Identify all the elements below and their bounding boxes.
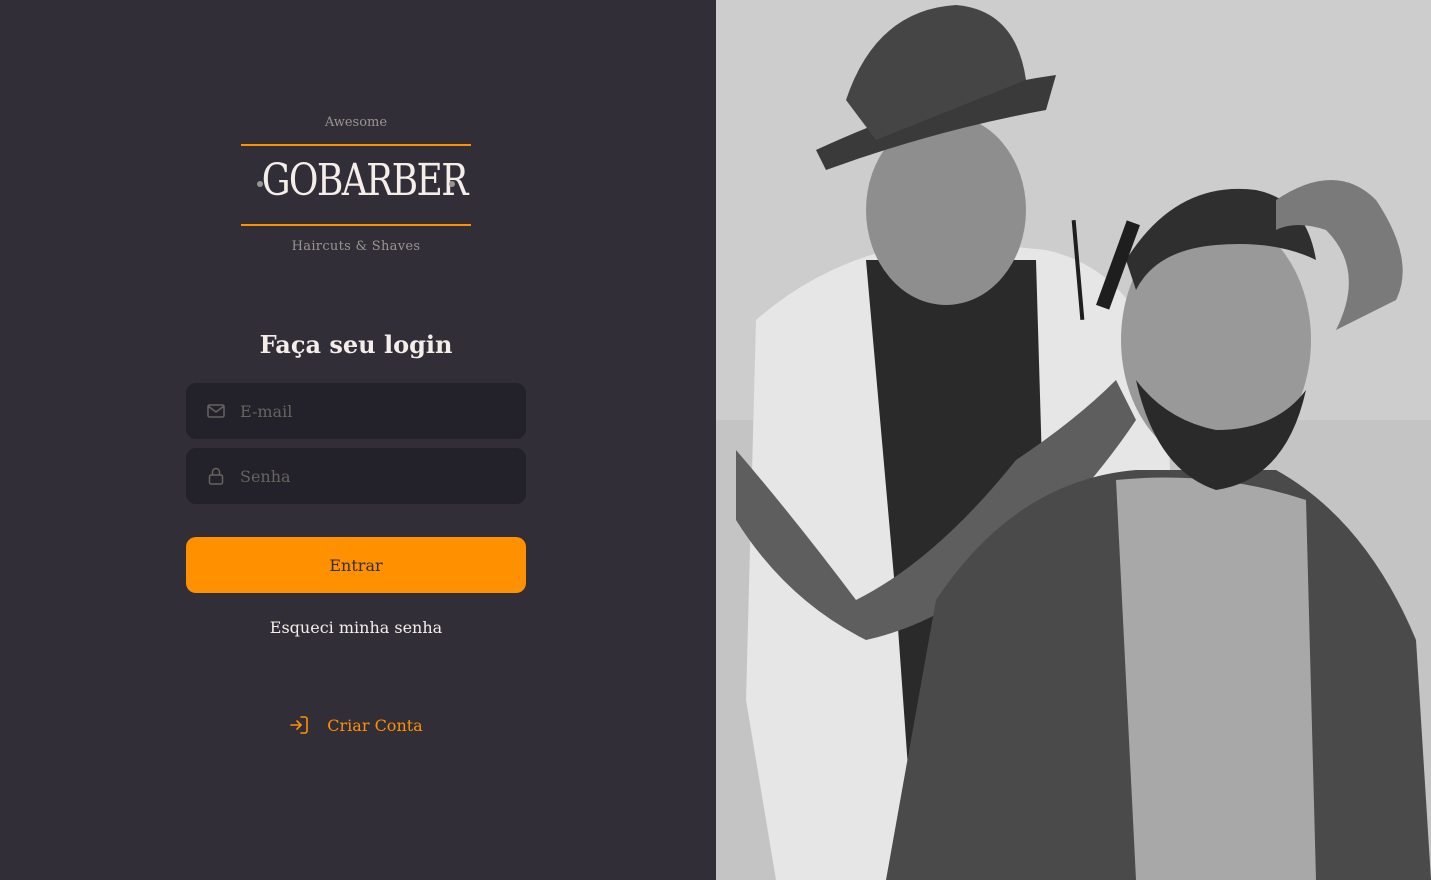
barber-photo [716,0,1431,880]
form-title: Faça seu login [259,330,453,359]
logo-brand: GOBARBER [261,155,469,206]
login-panel: Awesome GOBARBER Haircuts & Shaves Faça … [0,0,716,880]
lock-icon [206,466,226,486]
gobarber-logo: Awesome GOBARBER Haircuts & Shaves [241,113,471,263]
logo-divider-top [241,144,471,146]
mail-icon [206,401,226,421]
logo-dot-right [449,181,455,187]
forgot-password-link[interactable]: Esqueci minha senha [186,618,526,637]
email-input[interactable] [240,401,524,421]
email-field[interactable] [186,383,526,439]
password-input[interactable] [240,466,524,486]
create-account-label: Criar Conta [327,715,423,735]
logo-tagline-top: Awesome [324,115,388,130]
logo-tagline-bottom: Haircuts & Shaves [291,239,421,254]
create-account-link[interactable]: Criar Conta [186,715,526,735]
logo-divider-bottom [241,224,471,226]
log-in-icon [289,715,309,735]
login-button[interactable]: Entrar [186,537,526,593]
password-field[interactable] [186,448,526,504]
